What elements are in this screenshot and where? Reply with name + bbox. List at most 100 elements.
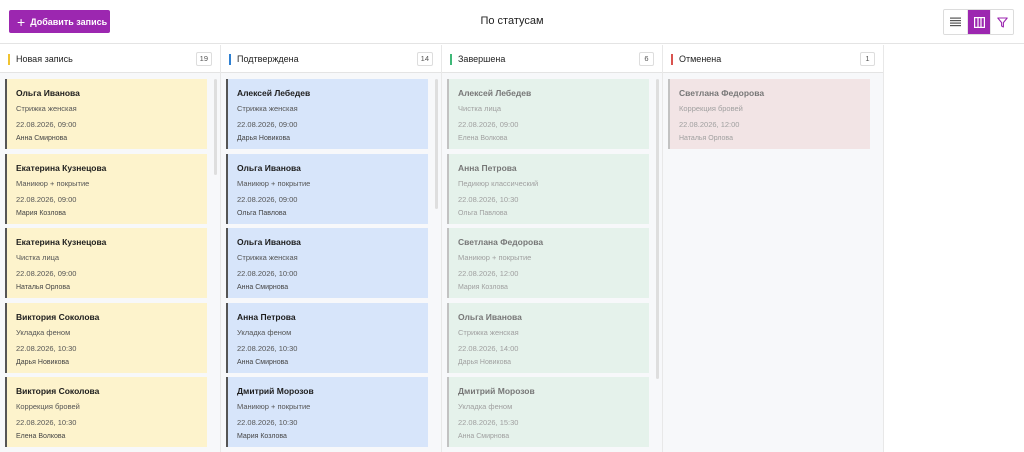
column-confirmed: Подтверждена 14 Алексей Лебедев Стрижка … (221, 45, 442, 452)
service-name: Стрижка женская (237, 104, 298, 113)
appointment-card[interactable]: Виктория Соколова Укладка феном 22.08.20… (5, 302, 207, 373)
client-name: Екатерина Кузнецова (16, 237, 107, 247)
column-cancelled: Отменена 1 Светлана Федорова Коррекция б… (663, 45, 884, 452)
toolbar: + Добавить запись По статусам (0, 0, 1024, 44)
service-name: Маникюр + покрытие (237, 402, 311, 411)
appointment-time: 22.08.2026, 09:00 (237, 120, 298, 129)
view-switcher (943, 9, 1014, 35)
appointment-card[interactable]: Дмитрий Морозов Укладка феном 22.08.2026… (447, 377, 649, 447)
card-list: Светлана Федорова Коррекция бровей 22.08… (668, 79, 870, 154)
kanban-board: Новая запись 19 Ольга Иванова Стрижка же… (0, 45, 1024, 452)
appointment-card[interactable]: Алексей Лебедев Чистка лица 22.08.2026, … (447, 79, 649, 149)
client-name: Алексей Лебедев (237, 88, 311, 98)
appointment-time: 22.08.2026, 10:30 (16, 418, 77, 427)
appointment-card[interactable]: Виктория Соколова Коррекция бровей 22.08… (5, 377, 207, 447)
column-header: Подтверждена 14 (221, 45, 441, 73)
column-new: Новая запись 19 Ольга Иванова Стрижка же… (0, 45, 221, 452)
kanban-view-icon (973, 16, 985, 28)
master-name: Анна Смирнова (458, 433, 510, 440)
client-name: Алексей Лебедев (458, 88, 532, 98)
master-name: Мария Козлова (237, 433, 287, 440)
appointment-time: 22.08.2026, 12:00 (679, 120, 740, 129)
service-name: Маникюр + покрытие (237, 178, 311, 188)
column-title: Завершена (458, 54, 506, 64)
master-name: Анна Смирнова (237, 284, 289, 291)
status-color-stripe (671, 54, 673, 65)
column-scrollbar[interactable] (656, 79, 659, 379)
column-header: Завершена 6 (442, 45, 662, 73)
appointment-card[interactable]: Анна Петрова Педикюр классический 22.08.… (447, 153, 649, 224)
appointment-time: 22.08.2026, 09:00 (16, 120, 77, 129)
service-name: Коррекция бровей (679, 104, 743, 113)
status-color-stripe (8, 54, 10, 65)
appointment-card[interactable]: Дмитрий Морозов Маникюр + покрытие 22.08… (226, 377, 428, 447)
master-name: Ольга Павлова (237, 209, 287, 217)
status-color-stripe (229, 54, 231, 65)
column-header: Новая запись 19 (0, 45, 220, 73)
appointment-time: 22.08.2026, 10:00 (237, 269, 298, 278)
master-name: Дарья Новикова (237, 135, 291, 142)
service-name: Маникюр + покрытие (16, 178, 90, 188)
appointment-card[interactable]: Ольга Иванова Стрижка женская 22.08.2026… (5, 79, 207, 149)
appointment-card[interactable]: Анна Петрова Укладка феном 22.08.2026, 1… (226, 302, 428, 373)
appointment-time: 22.08.2026, 10:30 (237, 418, 298, 427)
column-scrollbar[interactable] (214, 79, 217, 175)
master-name: Наталья Орлова (679, 135, 733, 142)
client-name: Дмитрий Морозов (237, 386, 314, 396)
kanban-view-button[interactable] (967, 10, 990, 34)
client-name: Дмитрий Морозов (458, 386, 535, 396)
service-name: Стрижка женская (16, 104, 77, 113)
client-name: Ольга Иванова (16, 88, 80, 98)
master-name: Дарья Новикова (458, 358, 512, 366)
column-count-badge: 14 (416, 52, 433, 66)
service-name: Маникюр + покрытие (458, 253, 532, 262)
master-name: Анна Смирнова (237, 358, 289, 366)
appointment-card[interactable]: Ольга Иванова Стрижка женская 22.08.2026… (226, 228, 428, 298)
filter-icon (996, 16, 1008, 28)
column-title: Новая запись (16, 54, 73, 64)
service-name: Укладка феном (16, 327, 71, 337)
appointment-card[interactable]: Светлана Федорова Маникюр + покрытие 22.… (447, 228, 649, 298)
list-view-icon (950, 17, 961, 27)
appointment-time: 22.08.2026, 10:30 (458, 194, 519, 204)
service-name: Педикюр классический (458, 178, 539, 188)
service-name: Укладка феном (237, 327, 292, 337)
column-header: Отменена 1 (663, 45, 883, 73)
client-name: Виктория Соколова (16, 386, 100, 396)
client-name: Виктория Соколова (16, 311, 100, 322)
column-count-badge: 1 (860, 52, 875, 66)
appointment-card[interactable]: Екатерина Кузнецова Маникюр + покрытие 2… (5, 153, 207, 224)
master-name: Елена Волкова (16, 433, 66, 440)
appointment-card[interactable]: Светлана Федорова Коррекция бровей 22.08… (668, 79, 870, 149)
client-name: Светлана Федорова (458, 237, 544, 247)
appointment-card[interactable]: Екатерина Кузнецова Чистка лица 22.08.20… (5, 228, 207, 298)
column-scrollbar[interactable] (435, 79, 438, 209)
client-name: Анна Петрова (458, 162, 517, 173)
client-name: Светлана Федорова (679, 88, 765, 98)
appointment-time: 22.08.2026, 09:00 (16, 269, 77, 278)
appointment-time: 22.08.2026, 12:00 (458, 269, 519, 278)
appointment-time: 22.08.2026, 10:30 (237, 343, 298, 353)
status-color-stripe (450, 54, 452, 65)
appointment-time: 22.08.2026, 14:00 (458, 343, 519, 353)
service-name: Чистка лица (458, 104, 502, 113)
appointment-card[interactable]: Алексей Лебедев Стрижка женская 22.08.20… (226, 79, 428, 149)
client-name: Ольга Иванова (237, 237, 301, 247)
master-name: Дарья Новикова (16, 358, 70, 366)
client-name: Анна Петрова (237, 311, 296, 322)
list-view-button[interactable] (944, 10, 967, 34)
column-title: Подтверждена (237, 54, 299, 64)
filter-button[interactable] (990, 10, 1013, 34)
service-name: Коррекция бровей (16, 402, 80, 411)
appointment-time: 22.08.2026, 09:00 (237, 194, 298, 204)
client-name: Екатерина Кузнецова (16, 162, 107, 173)
client-name: Ольга Иванова (458, 311, 522, 322)
appointment-card[interactable]: Ольга Иванова Стрижка женская 22.08.2026… (447, 302, 649, 373)
service-name: Чистка лица (16, 253, 60, 262)
master-name: Ольга Павлова (458, 209, 508, 217)
appointment-time: 22.08.2026, 09:00 (16, 194, 77, 204)
service-name: Стрижка женская (458, 327, 519, 337)
appointment-card[interactable]: Ольга Иванова Маникюр + покрытие 22.08.2… (226, 153, 428, 224)
master-name: Анна Смирнова (16, 135, 68, 142)
card-list: Алексей Лебедев Стрижка женская 22.08.20… (226, 79, 428, 452)
